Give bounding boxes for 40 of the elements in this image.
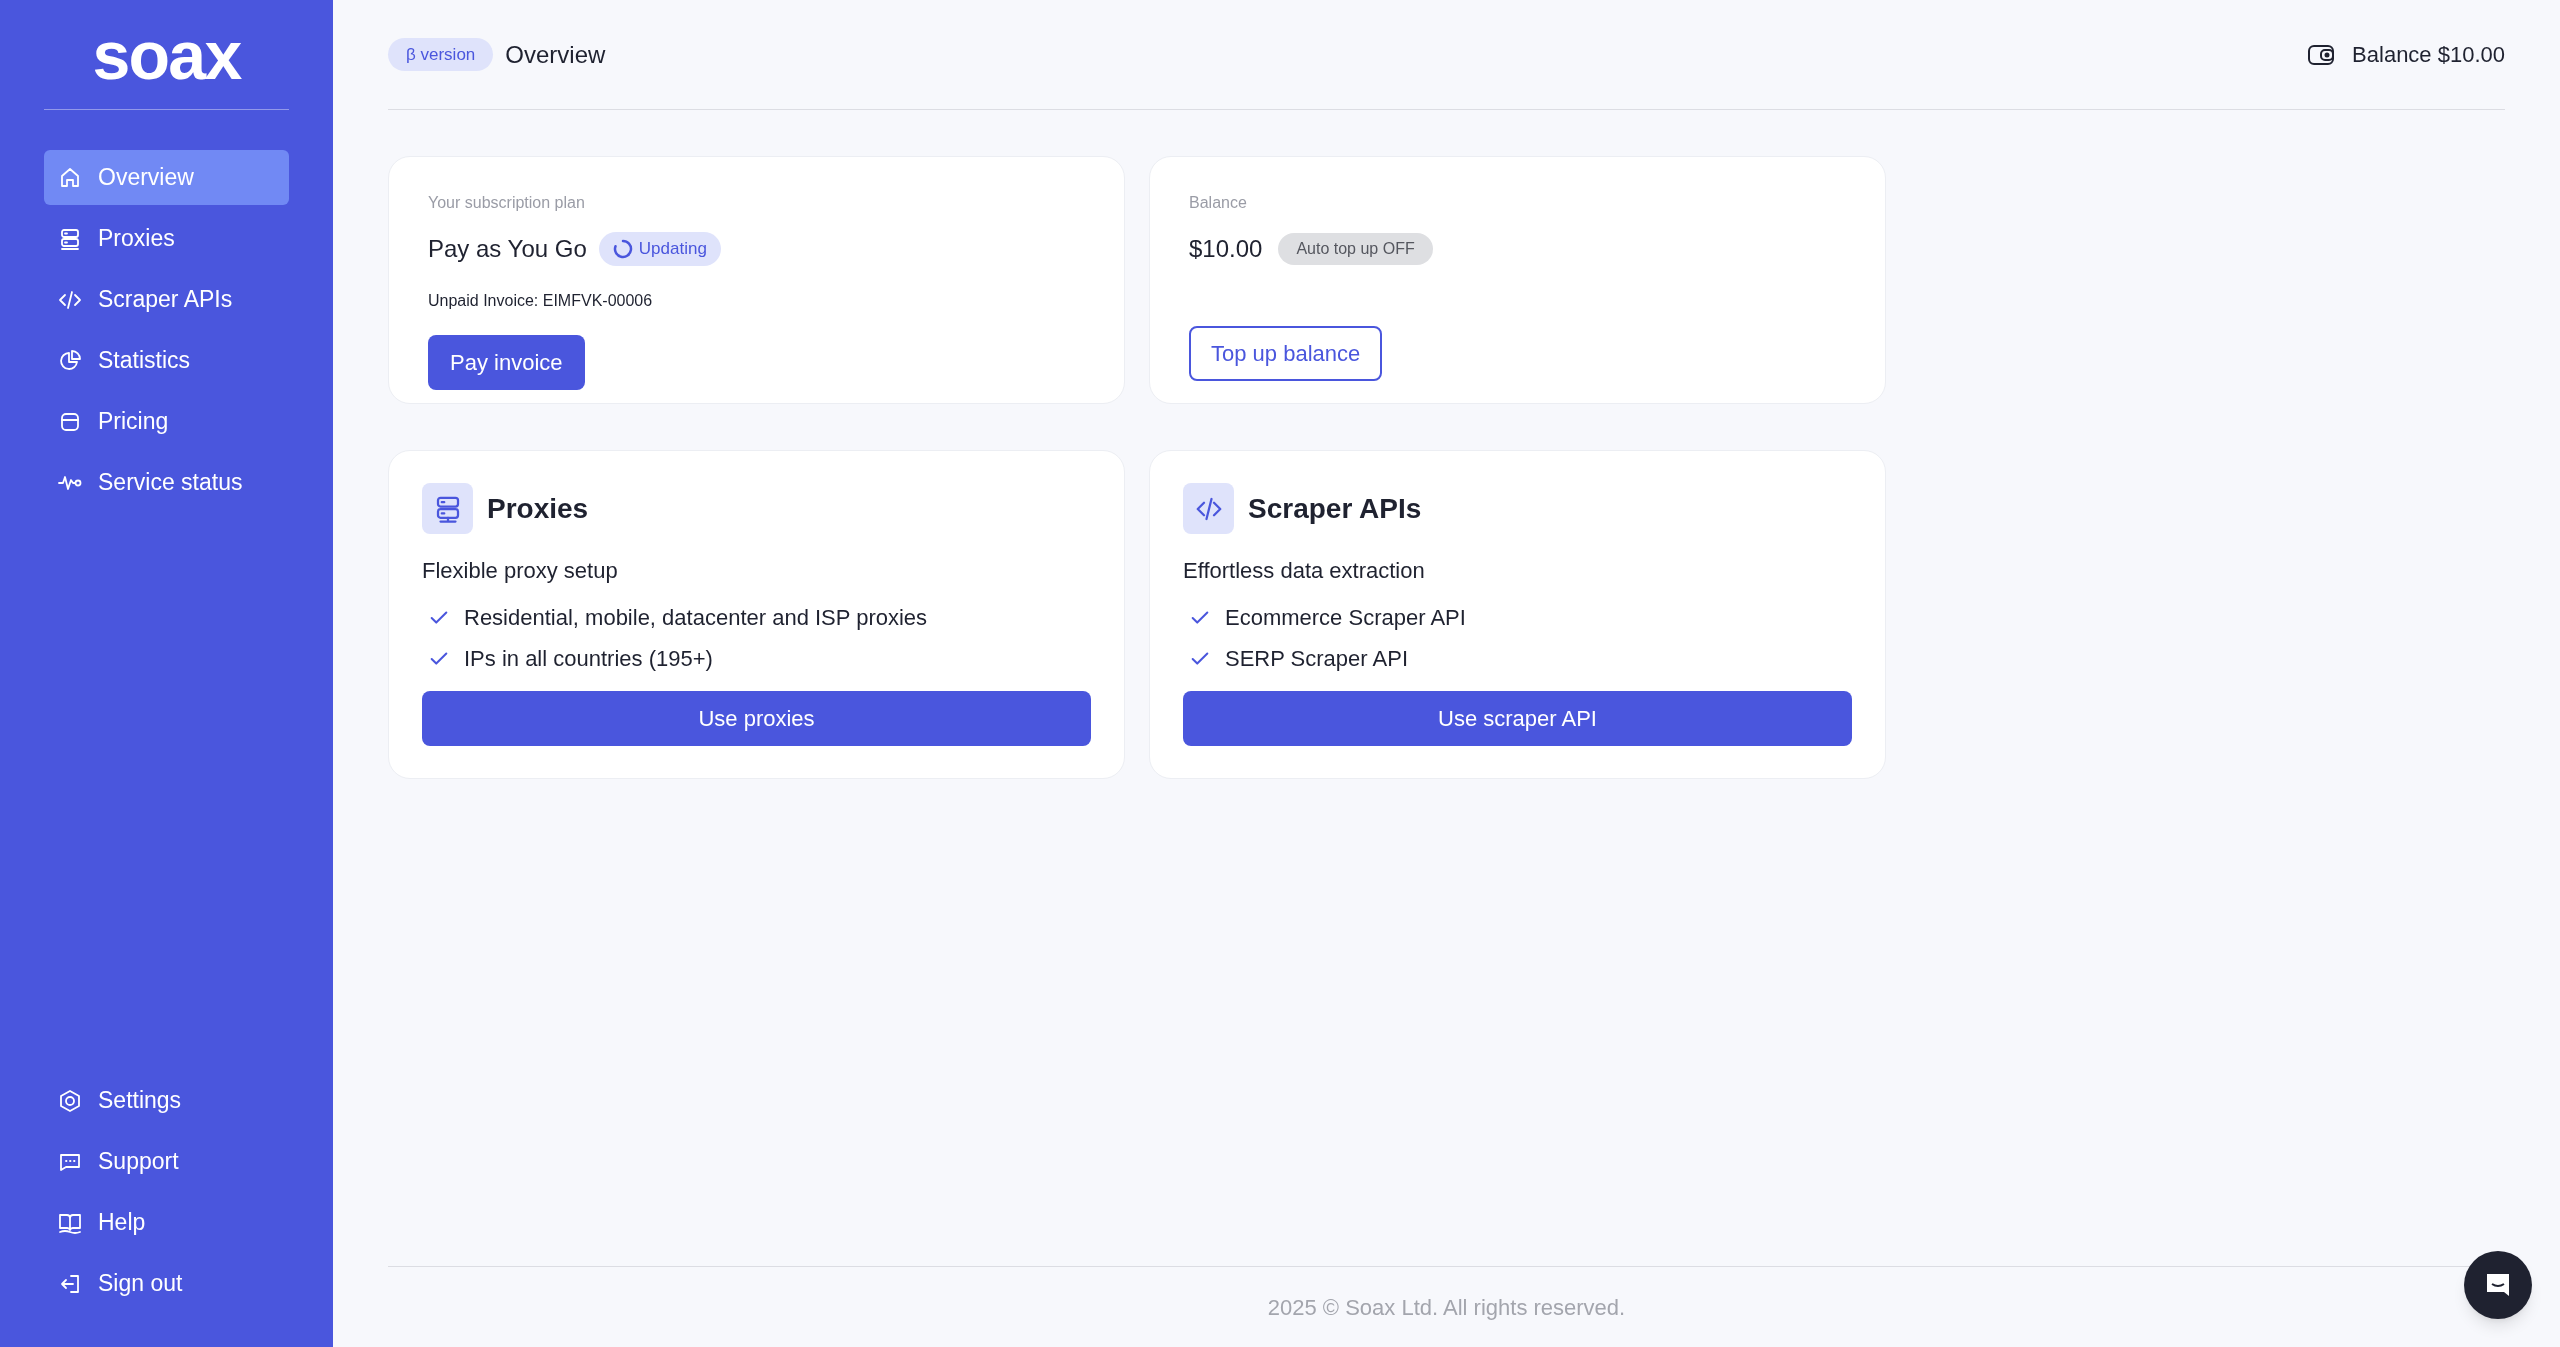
feature-text: IPs in all countries (195+) xyxy=(464,645,713,673)
spinner-icon xyxy=(612,239,633,259)
chat-button[interactable] xyxy=(2464,1251,2532,1319)
auto-top-up-badge: Auto top up OFF xyxy=(1278,233,1433,265)
plan-name: Pay as You Go xyxy=(428,234,587,264)
use-button[interactable]: Use proxies xyxy=(422,691,1091,746)
card-label: Balance xyxy=(1189,193,1248,213)
server-icon xyxy=(58,226,82,251)
nav-item[interactable]: Proxies xyxy=(44,211,289,266)
card-subtitle: Flexible proxy setup xyxy=(422,557,619,585)
card-title: Scraper APIs xyxy=(1248,491,1422,526)
hexagon-gear-icon xyxy=(58,1088,82,1113)
pie-chart-icon xyxy=(58,348,82,373)
status-badge: Updating xyxy=(598,232,721,266)
card-label: Your subscription plan xyxy=(428,193,586,213)
use-button[interactable]: Use scraper API xyxy=(1183,691,1852,746)
top-up-balance-button[interactable]: Top up balance xyxy=(1189,326,1383,381)
nav-item[interactable]: Help xyxy=(44,1195,289,1250)
home-icon xyxy=(58,165,82,190)
nav-item[interactable]: Pricing xyxy=(44,394,289,449)
nav-item[interactable]: Sign out xyxy=(44,1256,289,1311)
nav-item[interactable]: Scraper APIs xyxy=(44,272,289,327)
pay-invoice-button[interactable]: Pay invoice xyxy=(428,335,585,390)
page-title: Overview xyxy=(505,39,606,70)
card-title: Proxies xyxy=(487,491,589,526)
balance-amount: $10.00 xyxy=(1189,234,1263,264)
nav-item[interactable]: Service status xyxy=(44,455,289,510)
logo: soax xyxy=(92,20,241,89)
balance-text: Balance $10.00 xyxy=(2352,41,2505,69)
feature-text: Residential, mobile, datacenter and ISP proxies xyxy=(464,604,928,632)
nav-item[interactable]: Settings xyxy=(44,1073,289,1128)
nav-item[interactable]: Statistics xyxy=(44,333,289,388)
nav-item[interactable]: Support xyxy=(44,1134,289,1189)
feature-text: SERP Scraper API xyxy=(1225,645,1408,673)
copyright-text: 2025 © Soax Ltd. All rights reserved. xyxy=(1267,1293,1626,1322)
card-subtitle: Effortless data extraction xyxy=(1183,557,1426,585)
version-badge: β version xyxy=(388,37,494,72)
nav-item[interactable]: Overview xyxy=(44,150,289,205)
invoice-text: Unpaid Invoice: EIMFVK-00006 xyxy=(428,291,654,311)
feature-text: Ecommerce Scraper API xyxy=(1225,604,1466,632)
